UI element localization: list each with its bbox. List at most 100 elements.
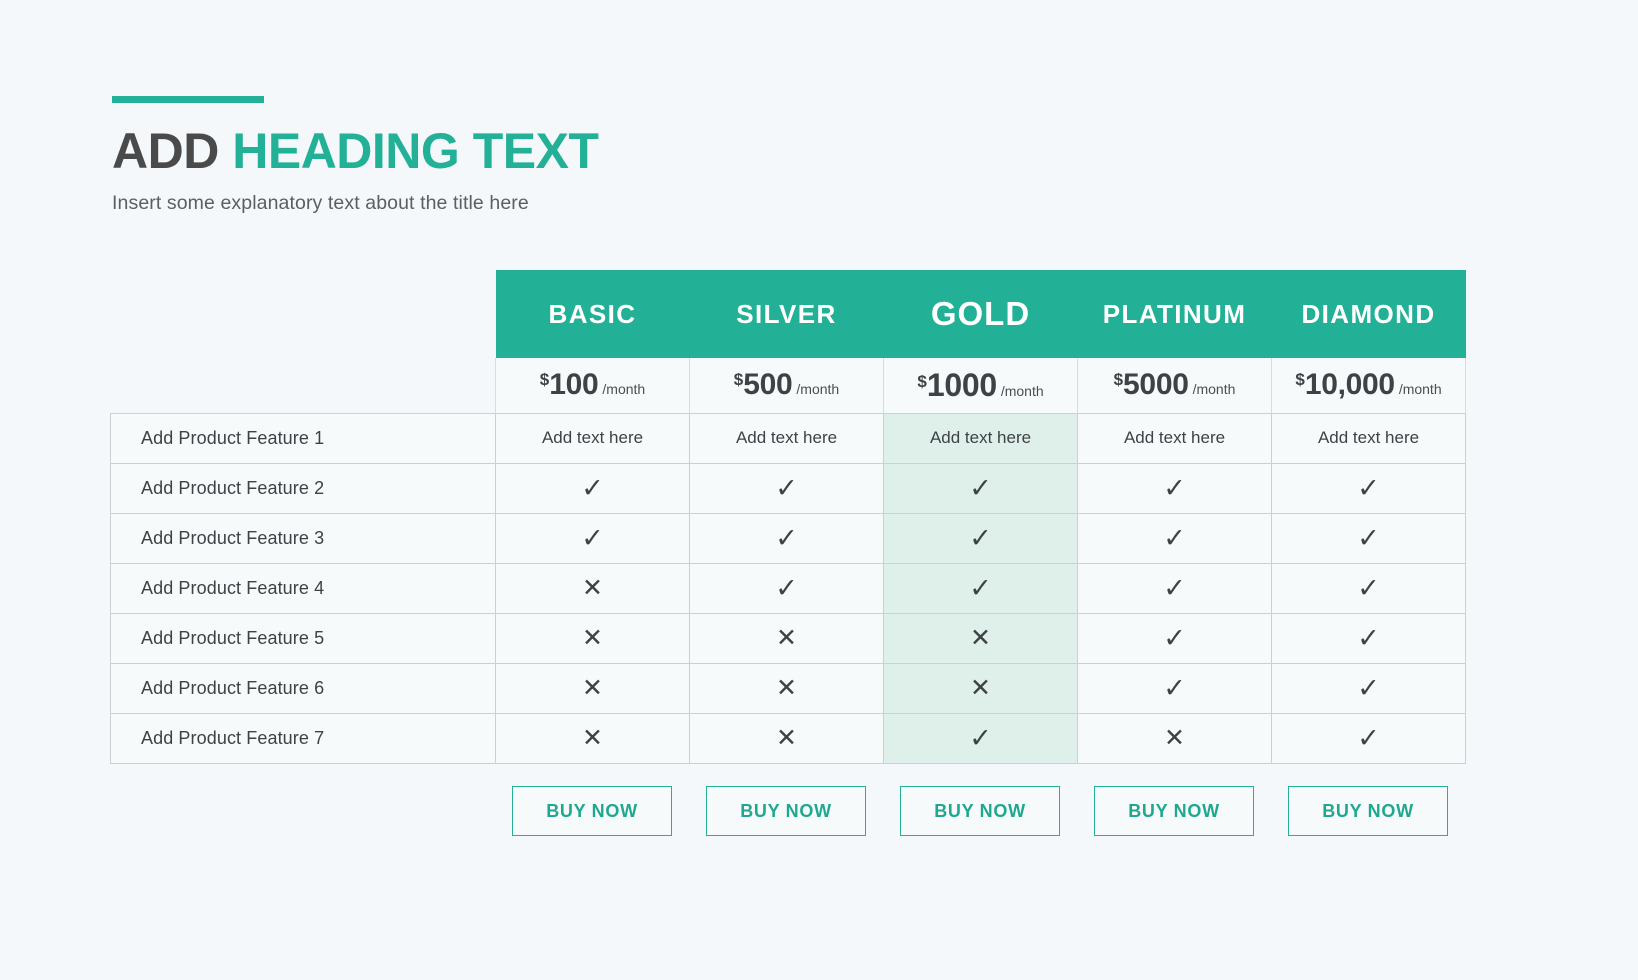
feature-included-cell: ✓ xyxy=(883,562,1078,614)
feature-included-cell: ✓ xyxy=(495,512,690,564)
price-period: /month xyxy=(1000,382,1044,399)
price-cell-gold: $1000/month xyxy=(883,358,1078,414)
buy-now-button-gold[interactable]: BUY NOW xyxy=(900,786,1060,836)
cross-icon: ✕ xyxy=(776,623,797,652)
price-cell-basic: $100/month xyxy=(495,358,690,414)
feature-excluded-cell: ✕ xyxy=(883,612,1078,664)
feature-label: Add Product Feature 2 xyxy=(110,462,496,514)
feature-text-cell: Add text here xyxy=(689,412,884,464)
tier-header-platinum: PLATINUM xyxy=(1077,270,1272,358)
price-amount: 5000 xyxy=(1123,368,1189,402)
check-icon: ✓ xyxy=(1163,672,1186,703)
heading-block: ADD HEADING TEXT Insert some explanatory… xyxy=(112,96,599,215)
currency-symbol: $ xyxy=(917,371,927,391)
check-icon: ✓ xyxy=(969,522,992,553)
feature-label: Add Product Feature 7 xyxy=(110,712,496,764)
price-amount: 1000 xyxy=(926,366,997,403)
price-cell-diamond: $10,000/month xyxy=(1271,358,1466,414)
buy-button-row: BUY NOW BUY NOW BUY NOW BUY NOW BUY NOW xyxy=(495,786,1465,836)
feature-label: Add Product Feature 6 xyxy=(110,662,496,714)
table-row: Add Product Feature 6 ✕ ✕ ✕ ✓ ✓ xyxy=(110,662,1466,714)
check-icon: ✓ xyxy=(969,722,992,753)
table-row: Add Product Feature 2 ✓ ✓ ✓ ✓ ✓ xyxy=(110,462,1466,514)
feature-included-cell: ✓ xyxy=(1271,712,1466,764)
buy-now-button-silver[interactable]: BUY NOW xyxy=(706,786,866,836)
feature-included-cell: ✓ xyxy=(1077,612,1272,664)
buy-now-button-diamond[interactable]: BUY NOW xyxy=(1288,786,1448,836)
buy-button-slot: BUY NOW xyxy=(1271,786,1465,836)
feature-label: Add Product Feature 5 xyxy=(110,612,496,664)
price-amount: 500 xyxy=(743,368,793,402)
feature-label: Add Product Feature 4 xyxy=(110,562,496,614)
feature-text-value: Add text here xyxy=(541,428,644,447)
table-row: Add Product Feature 4 ✕ ✓ ✓ ✓ ✓ xyxy=(110,562,1466,614)
feature-included-cell: ✓ xyxy=(1077,562,1272,614)
feature-text-value: Add text here xyxy=(1317,428,1420,447)
pricing-table: BASIC SILVER GOLD PLATINUM DIAMOND $100/… xyxy=(110,270,1466,764)
feature-included-cell: ✓ xyxy=(1077,512,1272,564)
feature-included-cell: ✓ xyxy=(883,462,1078,514)
feature-included-cell: ✓ xyxy=(1271,512,1466,564)
table-row: Add Product Feature 7 ✕ ✕ ✓ ✕ ✓ xyxy=(110,712,1466,764)
cross-icon: ✕ xyxy=(776,673,797,702)
tier-header-basic: BASIC xyxy=(495,270,690,358)
check-icon: ✓ xyxy=(1357,622,1380,653)
check-icon: ✓ xyxy=(1357,472,1380,503)
pricing-table-page: ADD HEADING TEXT Insert some explanatory… xyxy=(0,0,1638,980)
check-icon: ✓ xyxy=(969,572,992,603)
feature-excluded-cell: ✕ xyxy=(495,562,690,614)
feature-text-cell: Add text here xyxy=(1271,412,1466,464)
feature-excluded-cell: ✕ xyxy=(1077,712,1272,764)
feature-text-value: Add text here xyxy=(735,428,838,447)
check-icon: ✓ xyxy=(581,472,604,503)
table-row: Add Product Feature 3 ✓ ✓ ✓ ✓ ✓ xyxy=(110,512,1466,564)
feature-included-cell: ✓ xyxy=(1271,612,1466,664)
cross-icon: ✕ xyxy=(582,623,603,652)
feature-text-cell: Add text here xyxy=(883,412,1078,464)
currency-symbol: $ xyxy=(539,370,550,390)
feature-excluded-cell: ✕ xyxy=(689,612,884,664)
price-period: /month xyxy=(1398,381,1442,398)
cross-icon: ✕ xyxy=(970,673,991,702)
pricing-table-head: BASIC SILVER GOLD PLATINUM DIAMOND $100/… xyxy=(111,270,1466,414)
feature-included-cell: ✓ xyxy=(495,462,690,514)
tier-header-gold: GOLD xyxy=(883,270,1078,358)
check-icon: ✓ xyxy=(1163,472,1186,503)
table-row: Add Product Feature 5 ✕ ✕ ✕ ✓ ✓ xyxy=(110,612,1466,664)
buy-now-button-platinum[interactable]: BUY NOW xyxy=(1094,786,1254,836)
check-icon: ✓ xyxy=(1163,622,1186,653)
currency-symbol: $ xyxy=(1113,370,1124,390)
feature-included-cell: ✓ xyxy=(689,562,884,614)
page-subtitle: Insert some explanatory text about the t… xyxy=(112,191,529,214)
feature-excluded-cell: ✕ xyxy=(495,712,690,764)
tier-header-diamond: DIAMOND xyxy=(1271,270,1466,358)
feature-excluded-cell: ✕ xyxy=(689,662,884,714)
cross-icon: ✕ xyxy=(776,723,797,752)
check-icon: ✓ xyxy=(775,472,798,503)
price-cell-platinum: $5000/month xyxy=(1077,358,1272,414)
page-title-part2: HEADING TEXT xyxy=(232,123,599,179)
page-title-part1: ADD xyxy=(112,123,219,179)
feature-label: Add Product Feature 1 xyxy=(110,412,496,464)
feature-included-cell: ✓ xyxy=(883,512,1078,564)
price-period: /month xyxy=(1192,381,1236,398)
feature-excluded-cell: ✕ xyxy=(883,662,1078,714)
buy-now-button-basic[interactable]: BUY NOW xyxy=(512,786,672,836)
check-icon: ✓ xyxy=(1163,522,1186,553)
feature-included-cell: ✓ xyxy=(1271,662,1466,714)
feature-included-cell: ✓ xyxy=(883,712,1078,764)
tier-row-spacer xyxy=(111,270,496,358)
tier-name-row: BASIC SILVER GOLD PLATINUM DIAMOND xyxy=(111,270,1466,358)
page-title: ADD HEADING TEXT xyxy=(112,123,599,179)
feature-text-cell: Add text here xyxy=(1077,412,1272,464)
price-row-spacer xyxy=(111,358,496,413)
feature-included-cell: ✓ xyxy=(689,462,884,514)
currency-symbol: $ xyxy=(733,370,744,390)
feature-included-cell: ✓ xyxy=(689,512,884,564)
price-amount: 10,000 xyxy=(1304,368,1395,402)
buy-button-slot: BUY NOW xyxy=(1077,786,1271,836)
cross-icon: ✕ xyxy=(582,723,603,752)
cross-icon: ✕ xyxy=(970,623,991,652)
check-icon: ✓ xyxy=(1163,572,1186,603)
check-icon: ✓ xyxy=(1357,722,1380,753)
